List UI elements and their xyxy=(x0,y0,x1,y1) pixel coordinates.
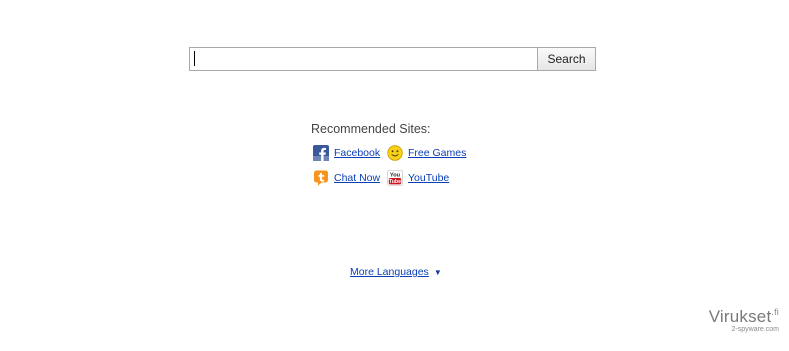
site-link-facebook[interactable]: Facebook xyxy=(334,147,380,159)
svg-text:Tube: Tube xyxy=(389,179,401,185)
search-input[interactable] xyxy=(189,47,537,71)
site-youtube[interactable]: You Tube YouTube xyxy=(385,169,475,187)
more-languages-link[interactable]: More Languages xyxy=(350,266,429,278)
watermark-sub: 2-spyware.com xyxy=(731,326,779,333)
recommended-title: Recommended Sites: xyxy=(311,122,431,136)
watermark: Virukset.fi 2-spyware.com xyxy=(708,307,779,334)
youtube-icon: You Tube xyxy=(387,170,403,186)
watermark-main: Virukset.fi xyxy=(708,307,779,326)
triangle-down-icon[interactable]: ▼ xyxy=(434,268,442,277)
recommended-sites-grid: Facebook Free Games Chat Now You Tube Yo… xyxy=(311,144,475,187)
search-bar: Search xyxy=(189,47,596,71)
site-chat-now[interactable]: Chat Now xyxy=(311,169,385,187)
smiley-icon xyxy=(387,145,403,161)
text-caret xyxy=(194,51,195,66)
more-languages[interactable]: More Languages ▼ xyxy=(350,266,442,278)
watermark-tld: .fi xyxy=(771,307,779,317)
svg-text:You: You xyxy=(390,173,401,179)
site-link-free-games[interactable]: Free Games xyxy=(408,147,466,159)
recommended-sites: Recommended Sites: Facebook Free Games C… xyxy=(311,122,475,187)
site-link-chat-now[interactable]: Chat Now xyxy=(334,172,380,184)
facebook-icon xyxy=(313,145,329,161)
search-button[interactable]: Search xyxy=(537,47,596,71)
site-facebook[interactable]: Facebook xyxy=(311,144,385,162)
site-link-youtube[interactable]: YouTube xyxy=(408,172,449,184)
chat-icon xyxy=(314,170,328,186)
watermark-name: Virukset xyxy=(708,307,772,326)
site-free-games[interactable]: Free Games xyxy=(385,144,475,162)
search-input-wrapper xyxy=(189,47,537,71)
